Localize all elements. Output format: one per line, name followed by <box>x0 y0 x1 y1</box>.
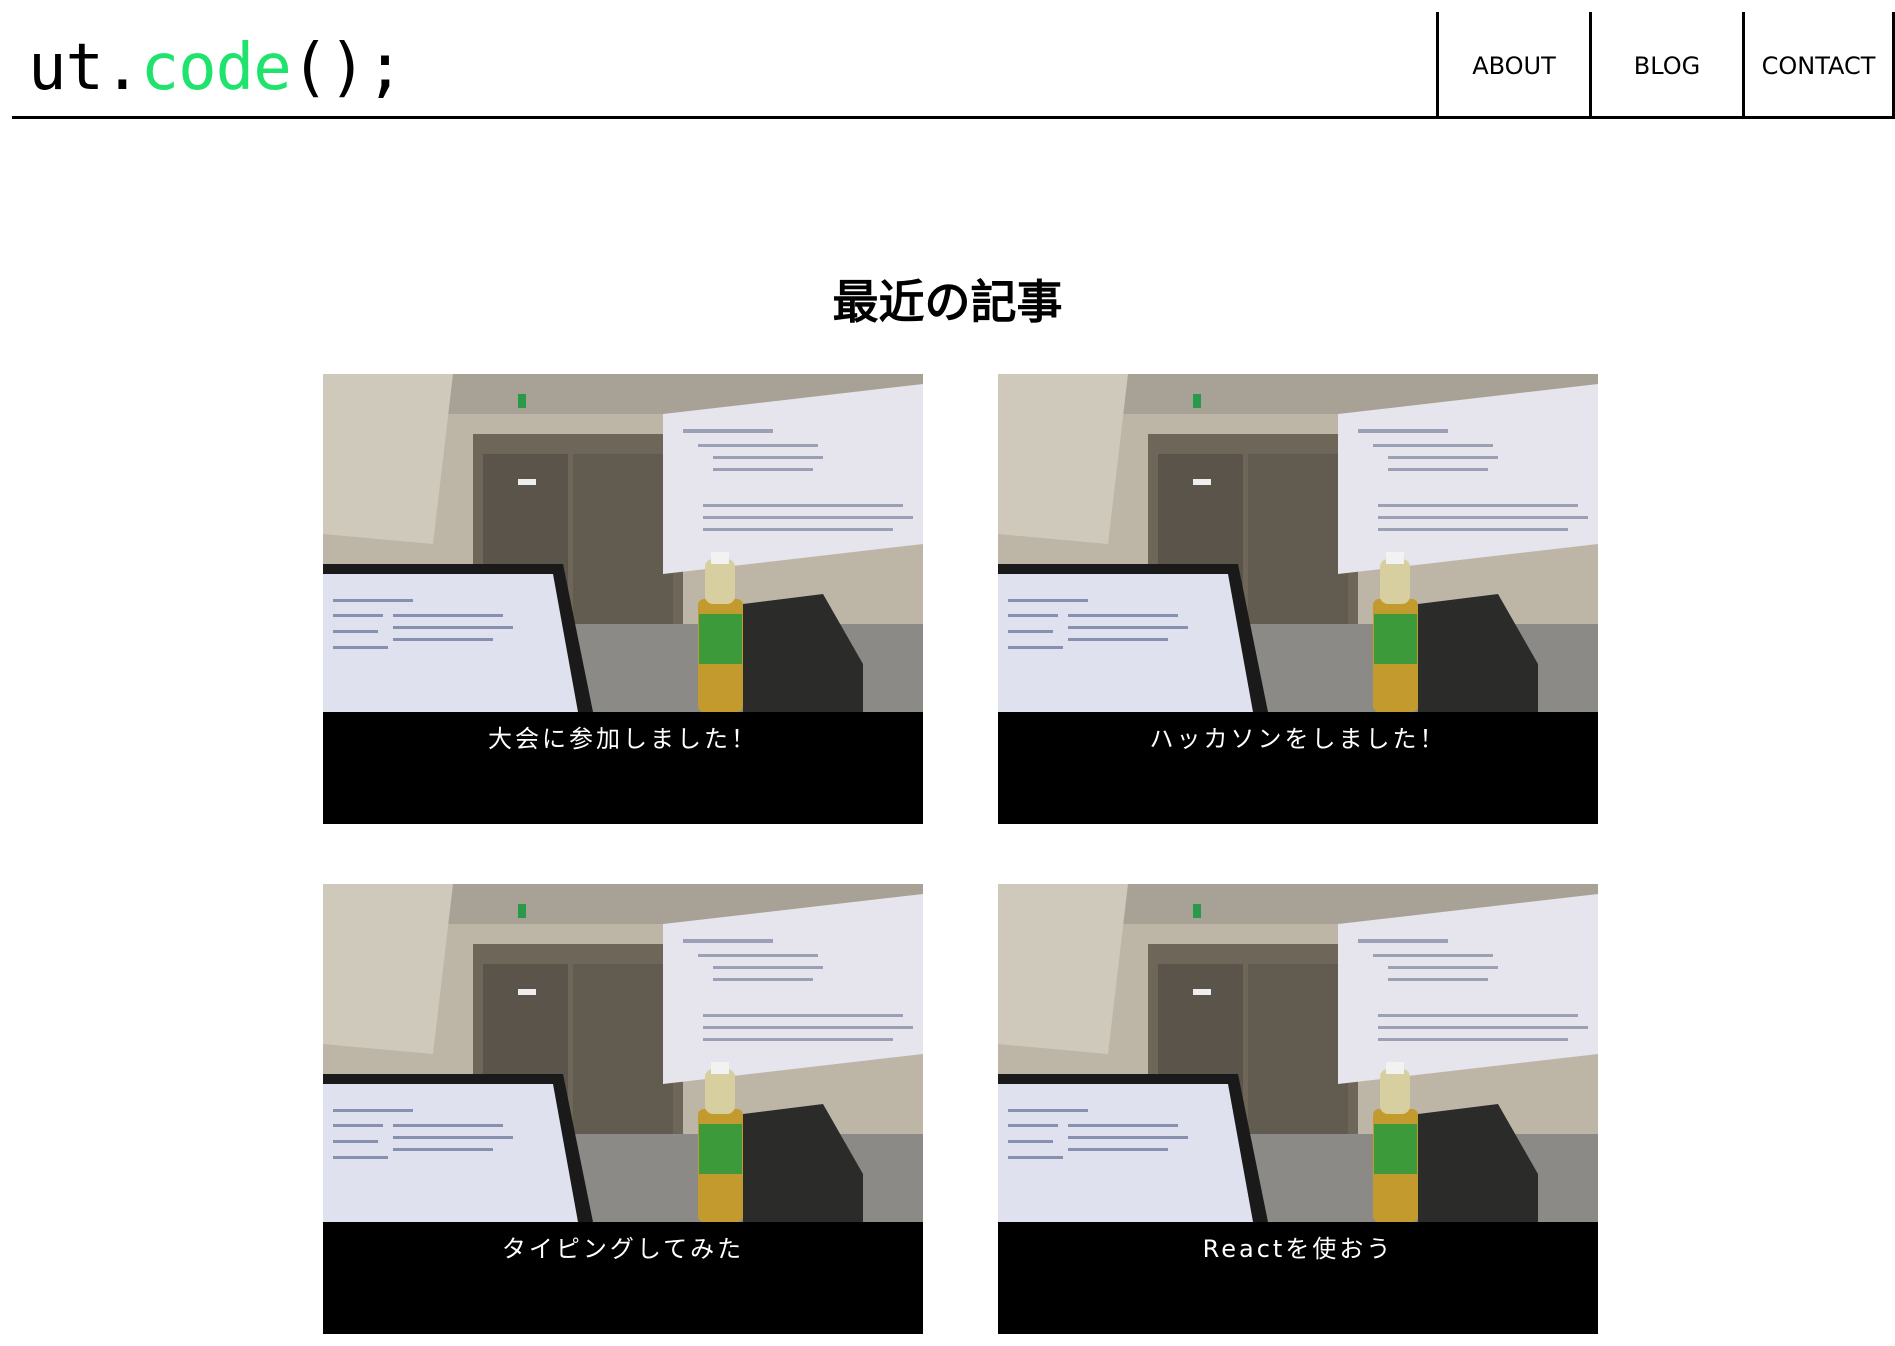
site-logo[interactable]: ut.code(); <box>28 28 405 108</box>
article-card[interactable]: Reactを使おう <box>998 884 1598 1334</box>
article-title: ハッカソンをしました！ <box>998 712 1598 824</box>
nav-item-about[interactable]: ABOUT <box>1436 12 1589 119</box>
article-card[interactable]: ハッカソンをしました！ <box>998 374 1598 824</box>
article-card[interactable]: 大会に参加しました！ <box>323 374 923 824</box>
article-thumbnail <box>998 884 1598 1222</box>
article-title: 大会に参加しました！ <box>323 712 923 824</box>
nav-item-contact[interactable]: CONTACT <box>1742 12 1895 119</box>
logo-text-ut: ut. <box>28 31 142 105</box>
article-title: タイピングしてみた <box>323 1222 923 1334</box>
logo-text-code: code <box>140 31 292 105</box>
recent-articles-heading: 最近の記事 <box>832 275 1063 329</box>
article-grid: 大会に参加しました！ ハッカソンをしました！ タイピングしてみた Reactを使… <box>323 374 1598 1334</box>
article-card[interactable]: タイピングしてみた <box>323 884 923 1334</box>
main-nav: ABOUT BLOG CONTACT <box>1436 12 1895 119</box>
article-title: Reactを使おう <box>998 1222 1598 1334</box>
article-thumbnail <box>323 374 923 712</box>
article-thumbnail <box>998 374 1598 712</box>
article-thumbnail <box>323 884 923 1222</box>
site-header: ut.code(); ABOUT BLOG CONTACT <box>12 12 1895 119</box>
logo-text-parens: (); <box>290 31 405 105</box>
nav-item-blog[interactable]: BLOG <box>1589 12 1742 119</box>
